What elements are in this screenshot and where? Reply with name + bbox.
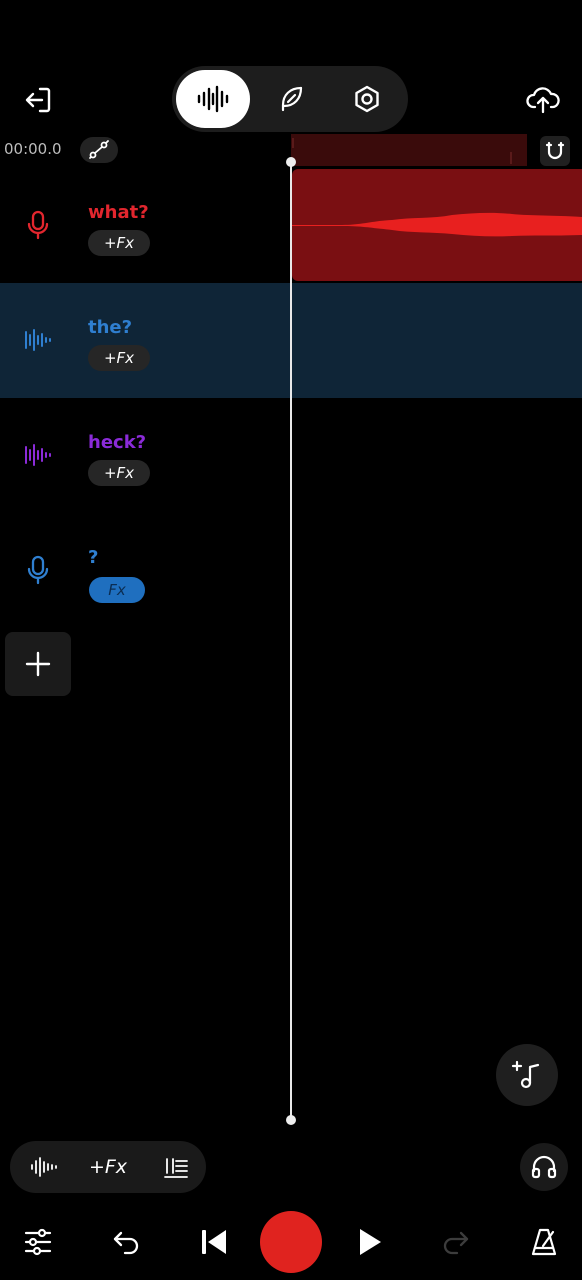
waveform-icon: [29, 1156, 59, 1178]
waveform-icon[interactable]: [22, 439, 54, 471]
microphone-icon[interactable]: [22, 209, 54, 241]
add-fx-button[interactable]: +Fx: [84, 1141, 132, 1193]
add-fx-button[interactable]: +Fx: [88, 345, 150, 371]
track-tools: +Fx: [10, 1141, 206, 1193]
record-mode-tab[interactable]: [176, 70, 250, 128]
add-music-icon: [511, 1059, 543, 1091]
time-readout: 00:00.0: [4, 140, 62, 158]
metronome-button[interactable]: [520, 1218, 568, 1266]
mixer-list-icon: [162, 1155, 190, 1179]
redo-button[interactable]: [432, 1218, 480, 1266]
add-track-button[interactable]: [5, 632, 71, 696]
skip-back-icon: [199, 1227, 229, 1257]
microphone-icon[interactable]: [22, 554, 54, 586]
snap-button[interactable]: [540, 136, 570, 166]
hex-nut-icon: [352, 84, 382, 114]
headphones-icon: [531, 1154, 557, 1180]
add-music-button[interactable]: [496, 1044, 558, 1106]
mixer-button[interactable]: [154, 1141, 198, 1193]
waveform-icon[interactable]: [22, 324, 54, 356]
plus-icon: [24, 650, 52, 678]
node-curve-icon: [88, 140, 110, 160]
timeline-ruler[interactable]: [291, 134, 527, 166]
sliders-icon: [23, 1227, 53, 1257]
track-name[interactable]: what?: [88, 202, 149, 223]
cloud-upload-icon[interactable]: [521, 78, 565, 122]
play-icon: [356, 1227, 384, 1257]
audio-clip[interactable]: [292, 169, 582, 281]
record-button[interactable]: [260, 1211, 322, 1273]
track-name[interactable]: ?: [88, 547, 98, 568]
add-fx-button[interactable]: +Fx: [88, 230, 150, 256]
fx-button[interactable]: Fx: [89, 577, 145, 603]
sliders-button[interactable]: [14, 1218, 62, 1266]
track-name[interactable]: the?: [88, 317, 132, 338]
undo-icon: [111, 1229, 141, 1255]
automation-button[interactable]: [80, 137, 118, 163]
playhead-handle[interactable]: [286, 1115, 296, 1125]
track-name[interactable]: heck?: [88, 432, 146, 453]
skip-back-button[interactable]: [190, 1218, 238, 1266]
play-button[interactable]: [346, 1218, 394, 1266]
edit-mode-tab[interactable]: [254, 70, 328, 128]
add-fx-button[interactable]: +Fx: [88, 460, 150, 486]
undo-button[interactable]: [102, 1218, 150, 1266]
feather-icon: [276, 84, 306, 114]
playhead[interactable]: [290, 160, 292, 1120]
metronome-icon: [529, 1227, 559, 1257]
waveform-icon: [196, 85, 230, 113]
playhead-handle[interactable]: [286, 157, 296, 167]
redo-icon: [441, 1229, 471, 1255]
waveform-tool-button[interactable]: [22, 1141, 66, 1193]
monitor-button[interactable]: [520, 1143, 568, 1191]
mode-switch: [172, 66, 408, 132]
exit-arrow-icon[interactable]: [16, 78, 60, 122]
magnet-icon: [545, 140, 565, 162]
settings-tab[interactable]: [330, 70, 404, 128]
